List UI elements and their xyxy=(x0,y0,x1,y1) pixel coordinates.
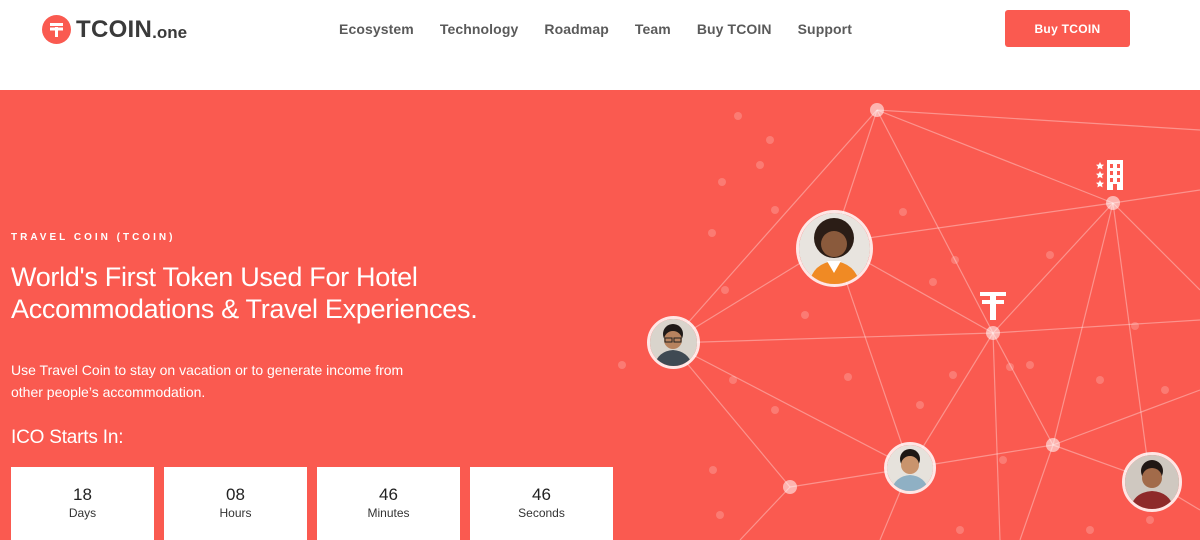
headline-line-1: World's First Token Used For Hotel xyxy=(11,262,418,292)
countdown-timer: 18 Days 08 Hours 46 Minutes 46 Seconds xyxy=(11,467,623,540)
headline-line-2: Accommodations & Travel Experiences. xyxy=(11,294,478,324)
countdown-unit: Seconds xyxy=(518,506,565,520)
avatar-woman xyxy=(796,210,873,287)
countdown-value: 46 xyxy=(532,485,551,504)
countdown-value: 18 xyxy=(73,485,92,504)
countdown-days: 18 Days xyxy=(11,467,154,540)
logo-suffix: .one xyxy=(152,22,188,42)
avatar-man-smiling xyxy=(884,442,936,494)
buy-tcoin-button[interactable]: Buy TCOIN xyxy=(1005,10,1130,47)
hero-section: TRAVEL COIN (TCOIN) World's First Token … xyxy=(0,90,1200,540)
tcoin-symbol-icon xyxy=(980,292,1006,320)
countdown-value: 46 xyxy=(379,485,398,504)
subtext-line-2: other people’s accommodation. xyxy=(11,384,206,400)
logo-text: TCOIN xyxy=(76,15,153,43)
nav-team[interactable]: Team xyxy=(635,21,671,37)
main-nav: Ecosystem Technology Roadmap Team Buy TC… xyxy=(339,21,878,37)
nav-roadmap[interactable]: Roadmap xyxy=(544,21,609,37)
hero-subtext: Use Travel Coin to stay on vacation or t… xyxy=(11,359,481,403)
countdown-unit: Days xyxy=(68,506,97,520)
countdown-unit: Minutes xyxy=(367,506,410,520)
countdown-hours: 08 Hours xyxy=(164,467,307,540)
countdown-value: 08 xyxy=(226,485,245,504)
countdown-unit: Hours xyxy=(219,506,252,520)
avatar-man-glasses xyxy=(647,316,700,369)
nav-support[interactable]: Support xyxy=(798,21,852,37)
hero-headline: World's First Token Used For Hotel Accom… xyxy=(11,261,531,325)
countdown-minutes: 46 Minutes xyxy=(317,467,460,540)
avatar-man-red-shirt xyxy=(1122,452,1182,512)
nav-ecosystem[interactable]: Ecosystem xyxy=(339,21,414,37)
countdown-seconds: 46 Seconds xyxy=(470,467,613,540)
hotel-building-icon xyxy=(1096,160,1123,190)
subtext-line-1: Use Travel Coin to stay on vacation or t… xyxy=(11,362,404,378)
site-header: TCOIN .one Ecosystem Technology Roadmap … xyxy=(0,0,1200,90)
hero-eyebrow: TRAVEL COIN (TCOIN) xyxy=(11,232,176,243)
logo[interactable]: TCOIN .one xyxy=(42,15,187,44)
nav-technology[interactable]: Technology xyxy=(440,21,519,37)
tcoin-logo-icon xyxy=(42,15,71,44)
nav-buy-tcoin[interactable]: Buy TCOIN xyxy=(697,21,772,37)
ico-starts-label: ICO Starts In: xyxy=(11,427,124,448)
